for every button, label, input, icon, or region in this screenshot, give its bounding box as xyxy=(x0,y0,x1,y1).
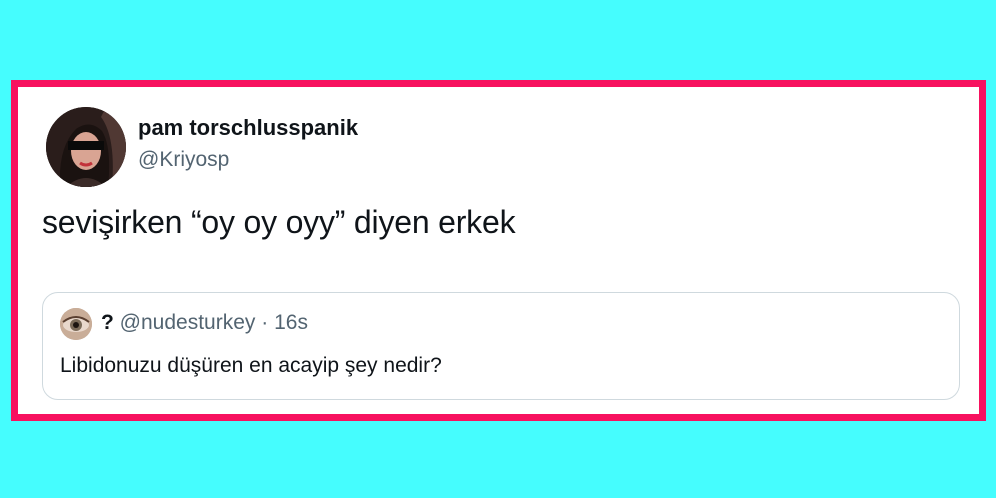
quoted-author-name[interactable]: ? xyxy=(101,311,114,334)
profile-photo-icon xyxy=(46,107,126,187)
quoted-author-handle[interactable]: @nudesturkey xyxy=(120,311,256,334)
quoted-tweet-header: ? @nudesturkey · 16s xyxy=(101,311,308,335)
quoted-tweet-text: Libidonuzu düşüren en acayip şey nedir? xyxy=(60,354,442,377)
tweet-text: sevişirken “oy oy oyy” diyen erkek xyxy=(42,204,516,240)
header-separator: · xyxy=(261,311,269,334)
author-handle[interactable]: @Kriyosp xyxy=(138,148,229,172)
author-avatar[interactable] xyxy=(46,107,126,187)
author-display-name[interactable]: pam torschlusspanik xyxy=(138,115,358,141)
tweet-card: pam torschlusspanik @Kriyosp sevişirken … xyxy=(11,80,986,421)
quoted-tweet-time[interactable]: 16s xyxy=(274,311,308,334)
quoted-tweet[interactable]: ? @nudesturkey · 16s Libidonuzu düşüren … xyxy=(42,292,960,400)
quoted-author-avatar[interactable] xyxy=(60,308,92,340)
eye-photo-icon xyxy=(60,308,92,340)
